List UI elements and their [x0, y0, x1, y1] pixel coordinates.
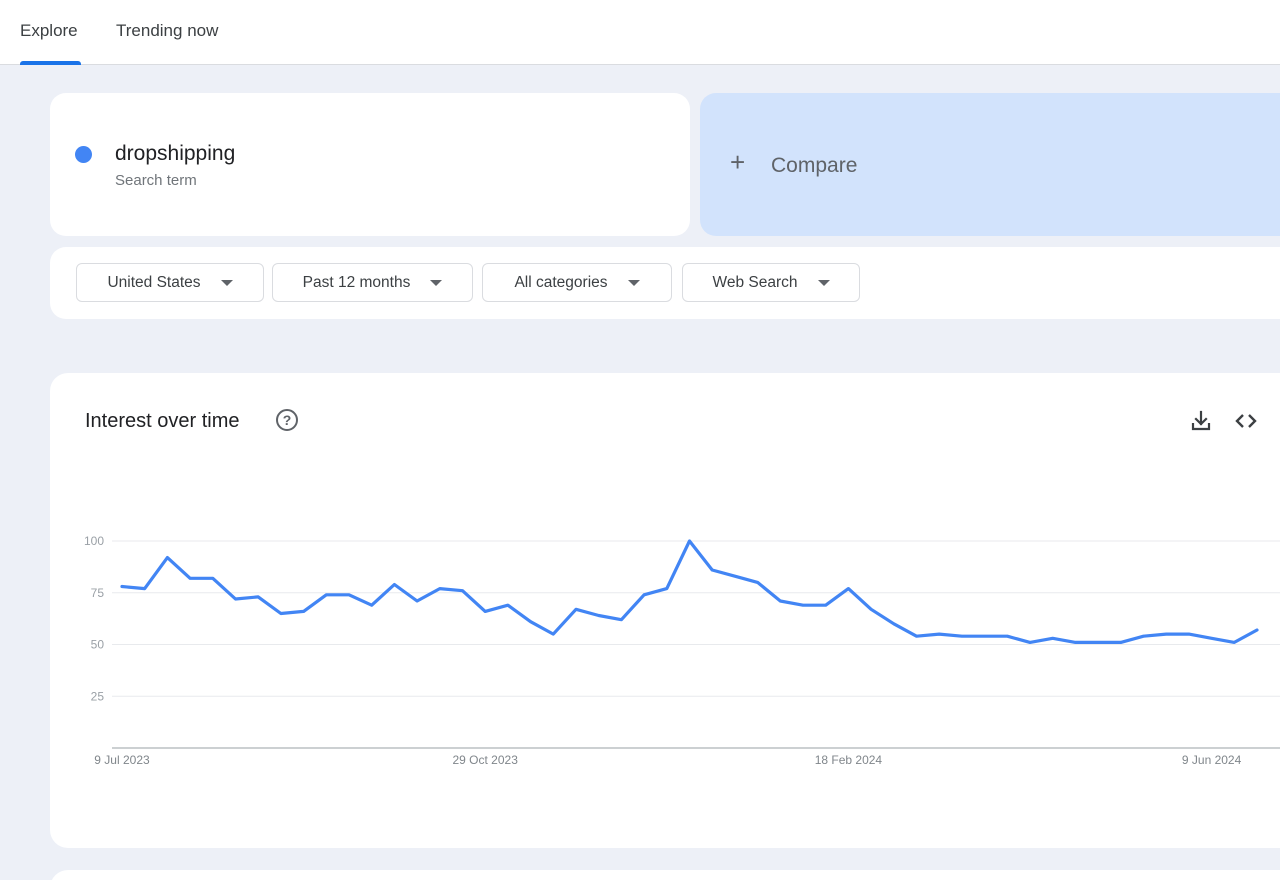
chevron-down-icon: [220, 279, 233, 286]
chevron-down-icon: [627, 279, 640, 286]
chevron-down-icon: [430, 279, 443, 286]
tab-explore[interactable]: Explore: [20, 0, 78, 65]
active-tab-indicator: [20, 61, 81, 65]
top-navigation: Explore Trending now: [0, 0, 1280, 65]
region-dropdown-label: United States: [107, 273, 201, 291]
download-icon[interactable]: [1189, 409, 1213, 433]
embed-code-icon[interactable]: [1234, 409, 1258, 433]
time-range-dropdown-label: Past 12 months: [302, 273, 411, 291]
interest-over-time-card: Interest over time ?: [50, 373, 1280, 848]
search-term-card[interactable]: dropshipping Search term: [50, 93, 690, 236]
tab-trending-now[interactable]: Trending now: [116, 0, 218, 65]
chevron-down-icon: [817, 279, 830, 286]
plus-icon: +: [730, 147, 746, 177]
compare-label: Compare: [771, 154, 858, 177]
search-type-dropdown[interactable]: Web Search: [682, 263, 860, 302]
region-dropdown[interactable]: United States: [76, 263, 264, 302]
category-dropdown-label: All categories: [514, 273, 608, 291]
search-term-name[interactable]: dropshipping: [115, 142, 235, 166]
filter-bar: United States Past 12 months All categor…: [50, 247, 1280, 319]
time-range-dropdown[interactable]: Past 12 months: [272, 263, 473, 302]
chart-card-title: Interest over time: [85, 410, 240, 432]
search-term-type-label: Search term: [115, 172, 197, 189]
next-section-card: [50, 870, 1280, 880]
search-type-dropdown-label: Web Search: [712, 273, 798, 291]
help-icon[interactable]: ?: [276, 409, 298, 431]
compare-button[interactable]: + Compare: [700, 93, 1280, 236]
category-dropdown[interactable]: All categories: [482, 263, 672, 302]
series-color-dot: [75, 146, 92, 163]
